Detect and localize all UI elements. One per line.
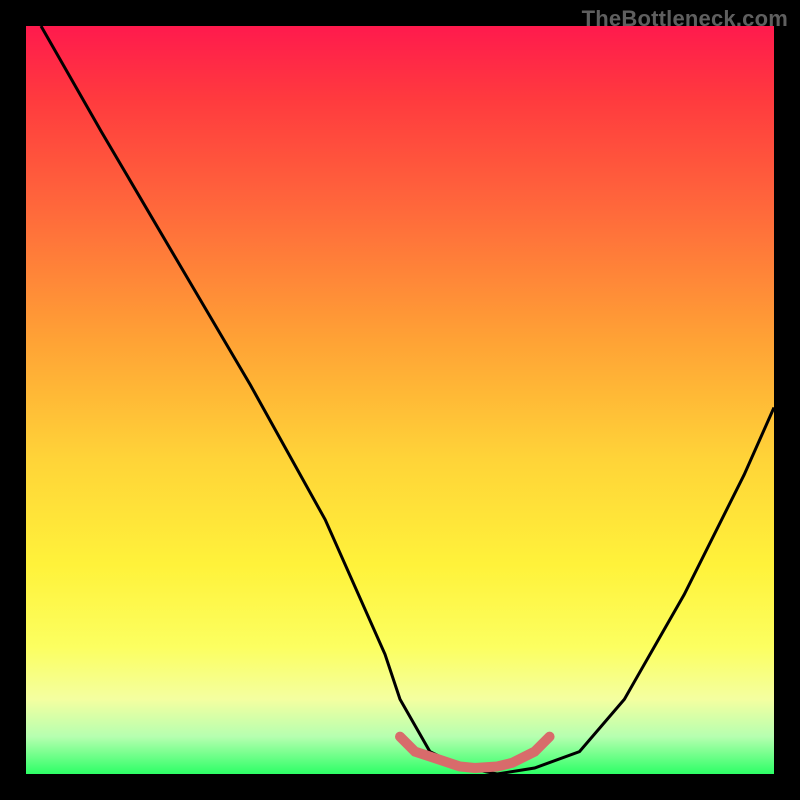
chart-stage: TheBottleneck.com (0, 0, 800, 800)
bottleneck-curve (41, 26, 774, 774)
curves-svg (26, 26, 774, 774)
watermark-text: TheBottleneck.com (582, 6, 788, 32)
plot-area (26, 26, 774, 774)
